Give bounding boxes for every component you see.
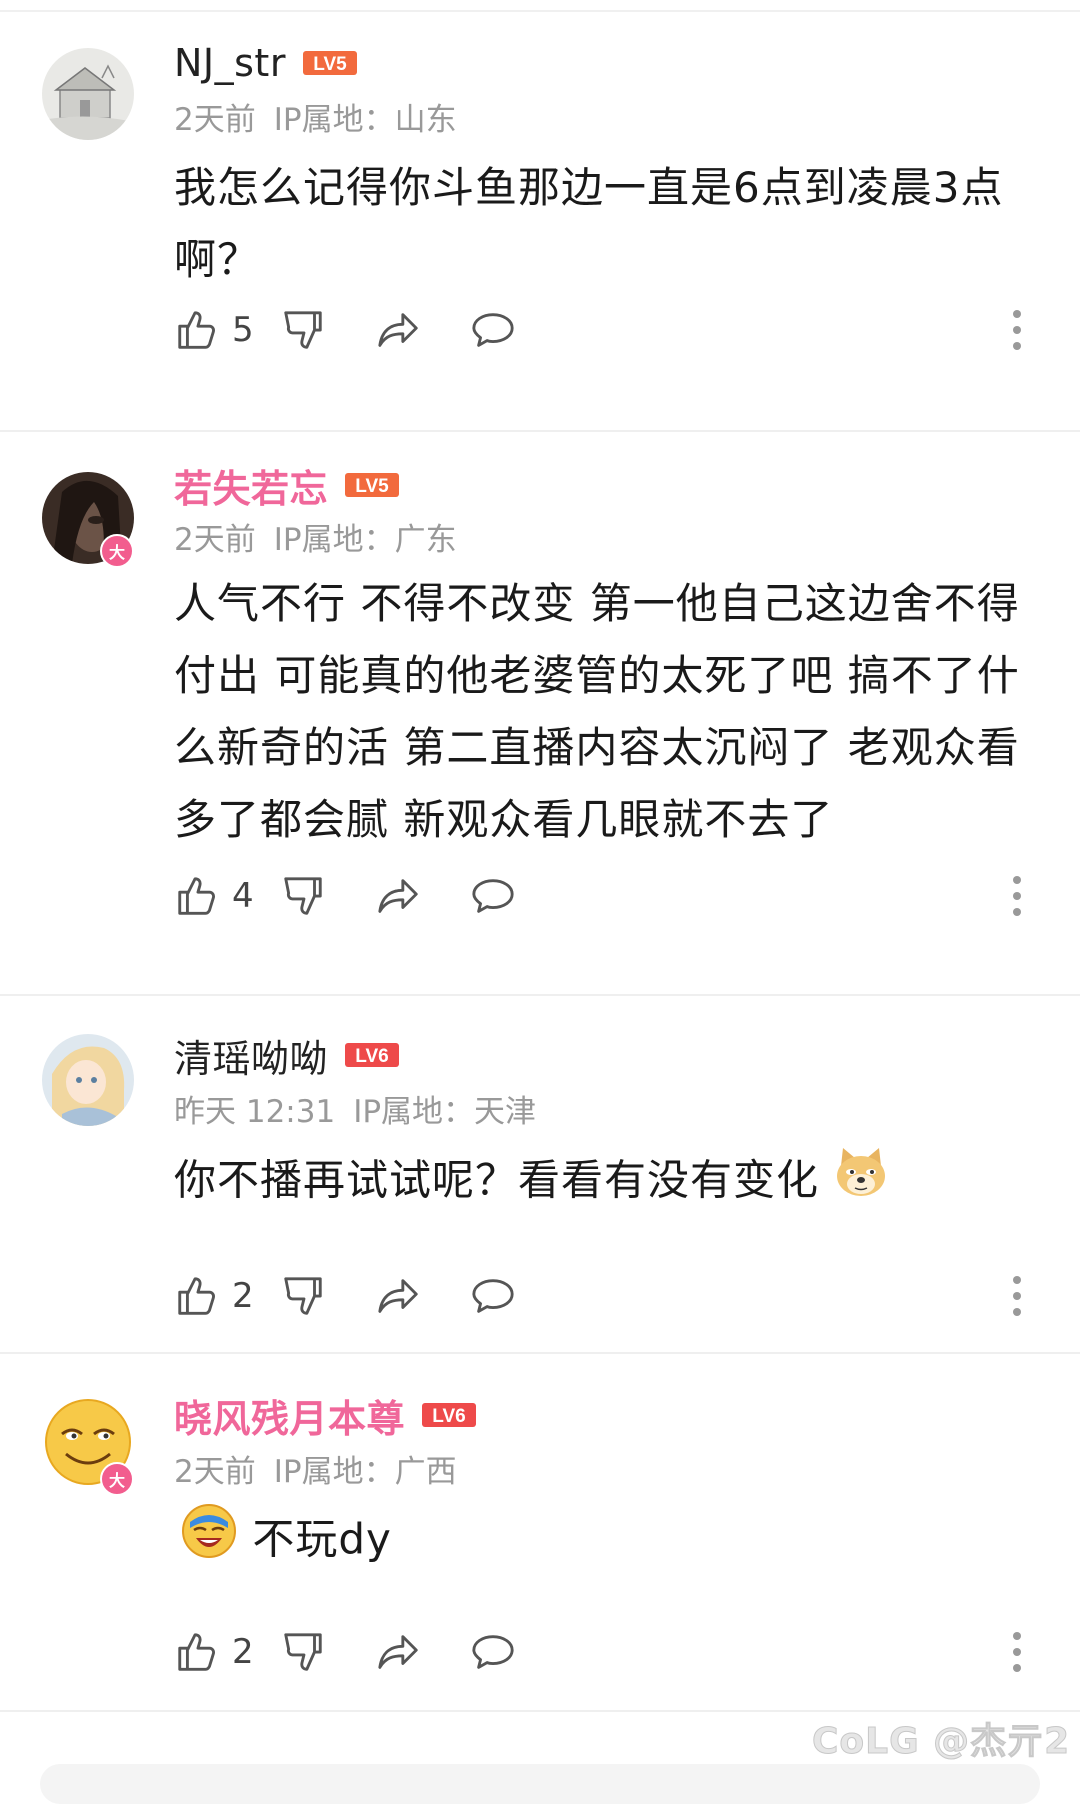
comment-bubble-icon [472, 1279, 514, 1313]
comment-text: 你不播再试试呢？看看有没有变化 [174, 1155, 820, 1205]
share-button[interactable] [376, 872, 422, 920]
watermark: CoLG @杰亓2 [811, 1721, 1071, 1763]
share-button[interactable] [376, 1272, 422, 1320]
action-bar: 5 [174, 306, 1034, 354]
dislike-button[interactable] [280, 1628, 326, 1676]
like-button[interactable]: 2 [174, 1628, 254, 1676]
level-badge: LV6 [421, 1400, 477, 1430]
vip-badge: 大 [100, 1462, 134, 1496]
ip-location: IP属地：天津 [353, 1094, 537, 1130]
level-badge: LV5 [302, 48, 358, 78]
comment-content: 我怎么记得你斗鱼那边一直是6点到凌晨3点啊？ [174, 163, 1004, 284]
svg-text:LV5: LV5 [313, 54, 347, 75]
thumbs-down-icon [284, 1633, 322, 1671]
comment-content: 人气不行 不得不改变 第一他自己这边舍不得付出 可能真的他老婆管的太死了吧 搞不… [174, 579, 1020, 844]
share-icon [378, 1279, 418, 1313]
more-options-icon[interactable] [1010, 874, 1024, 918]
comment-meta: 2天前 IP属地：山东 [174, 94, 475, 139]
comment-item: 大 晓风残月本尊 LV6 2天前 IP属地：广西 不玩dy 2 [0, 1354, 1080, 1710]
avatar[interactable] [42, 1034, 134, 1126]
share-button[interactable] [376, 1628, 422, 1676]
reply-button[interactable] [470, 1272, 516, 1320]
laughing-crying-emoji-icon [180, 1502, 238, 1582]
comment-meta: 2天前 IP属地：广西 [174, 1446, 475, 1491]
doge-emoji-icon [833, 1144, 889, 1222]
like-count: 5 [232, 310, 254, 350]
comment-bubble-icon [472, 313, 514, 347]
comment-item: NJ_str LV5 2天前 IP属地：山东 我怎么记得你斗鱼那边一直是6点到凌晨… [0, 0, 1080, 378]
like-button[interactable]: 4 [174, 872, 254, 920]
comment-text: 不玩dy [252, 1514, 392, 1564]
comment-bubble-icon [472, 879, 514, 913]
like-count: 2 [232, 1632, 254, 1672]
username[interactable]: 清瑶呦呦 [174, 1028, 328, 1083]
name-row: 清瑶呦呦 LV6 [174, 1032, 400, 1081]
reply-input-bar[interactable] [40, 1764, 1040, 1804]
share-icon [378, 879, 418, 913]
dislike-button[interactable] [280, 1272, 326, 1320]
like-button[interactable]: 5 [174, 306, 254, 354]
ip-location: IP属地：广东 [273, 522, 457, 558]
svg-text:LV6: LV6 [355, 1046, 388, 1067]
action-bar: 2 [174, 1272, 1034, 1320]
like-count: 2 [232, 1276, 254, 1316]
reply-button[interactable] [470, 872, 516, 920]
action-bar: 4 [174, 872, 1034, 920]
thumbs-down-icon [284, 1277, 322, 1315]
more-options-icon[interactable] [1010, 1274, 1024, 1318]
comment-content: 不玩dy [180, 1502, 1050, 1582]
name-row: 若失若忘 LV5 [174, 462, 400, 511]
comment-meta: 2天前 IP属地：广东 [174, 514, 475, 559]
username[interactable]: NJ_str [174, 41, 286, 85]
like-button[interactable]: 2 [174, 1272, 254, 1320]
name-row: NJ_str LV5 [174, 40, 358, 86]
username[interactable]: 晓风残月本尊 [174, 1388, 405, 1443]
comment-item: 清瑶呦呦 LV6 昨天 12:31 IP属地：天津 你不播再试试呢？看看有没有变化 [0, 996, 1080, 1352]
share-button[interactable] [376, 306, 422, 354]
thumbs-down-icon [284, 877, 322, 915]
vip-badge: 大 [100, 534, 134, 568]
thumbs-up-icon [178, 877, 215, 915]
share-icon [378, 313, 418, 347]
level-badge: LV5 [344, 470, 400, 500]
comment-item: 大 若失若忘 LV5 2天前 IP属地：广东 人气不行 不得不改变 第一他自己这边… [0, 432, 1080, 992]
share-icon [378, 1635, 418, 1669]
reply-button[interactable] [470, 306, 516, 354]
svg-text:LV6: LV6 [432, 1406, 465, 1427]
avatar[interactable] [42, 48, 134, 140]
level-badge: LV6 [344, 1040, 400, 1070]
name-row: 晓风残月本尊 LV6 [174, 1392, 477, 1441]
username[interactable]: 若失若忘 [174, 458, 328, 513]
more-options-icon[interactable] [1010, 1630, 1024, 1674]
comment-time: 昨天 12:31 [174, 1094, 336, 1130]
comment-time: 2天前 [174, 1454, 256, 1490]
action-bar: 2 [174, 1628, 1034, 1676]
comment-meta: 昨天 12:31 IP属地：天津 [174, 1086, 554, 1131]
more-options-icon[interactable] [1010, 308, 1024, 352]
thumbs-down-icon [284, 311, 322, 349]
thumbs-up-icon [178, 311, 215, 349]
thumbs-up-icon [178, 1633, 215, 1671]
thumbs-up-icon [178, 1277, 215, 1315]
ip-location: IP属地：山东 [273, 102, 457, 138]
reply-button[interactable] [470, 1628, 516, 1676]
ip-location: IP属地：广西 [273, 1454, 457, 1490]
dislike-button[interactable] [280, 872, 326, 920]
comment-bubble-icon [472, 1635, 514, 1669]
like-count: 4 [232, 876, 254, 916]
comment-time: 2天前 [174, 522, 256, 558]
comment-time: 2天前 [174, 102, 256, 138]
svg-text:LV5: LV5 [355, 476, 389, 497]
dislike-button[interactable] [280, 306, 326, 354]
comment-content: 你不播再试试呢？看看有没有变化 [174, 1144, 1044, 1222]
